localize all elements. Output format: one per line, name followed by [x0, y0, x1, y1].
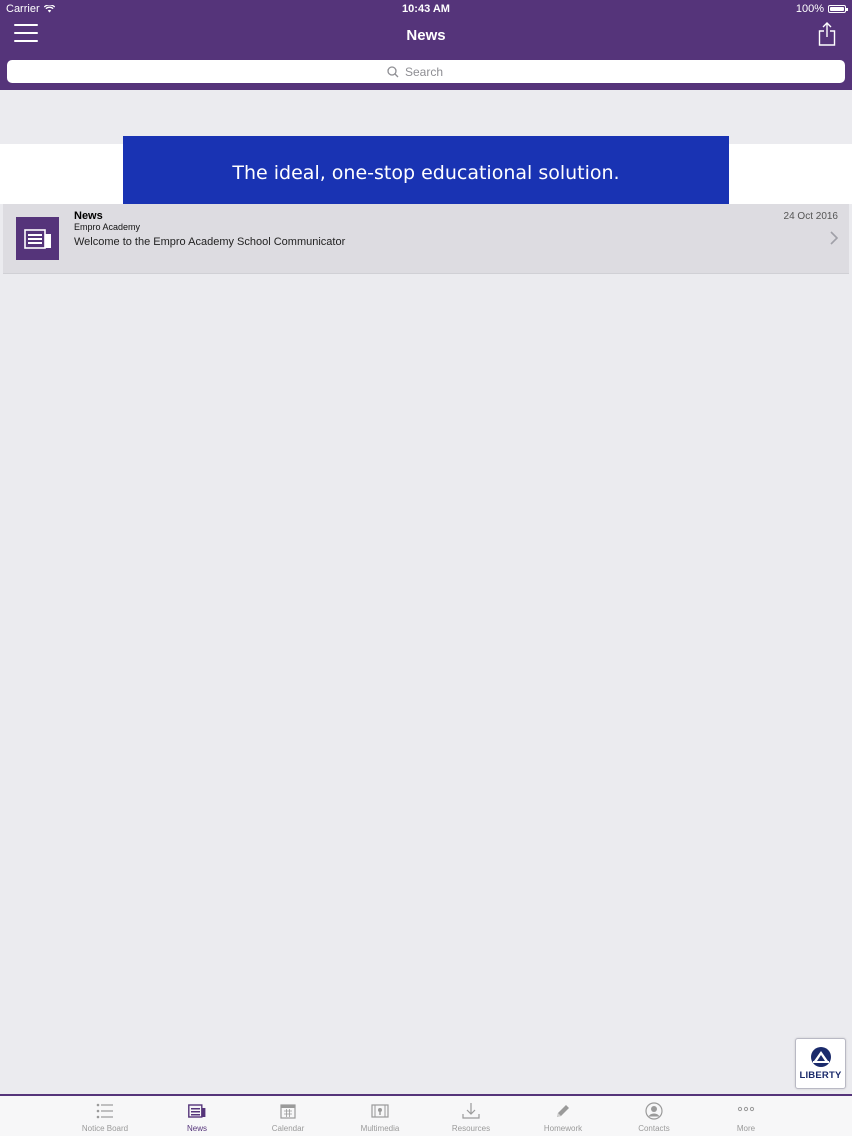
tab-resources[interactable]: Resources — [425, 1096, 517, 1136]
tab-label: More — [736, 1124, 756, 1133]
tab-more[interactable]: More — [700, 1096, 792, 1136]
download-icon — [462, 1103, 480, 1119]
status-bar: Carrier 10:43 AM 100% — [0, 0, 852, 17]
news-subtitle: Empro Academy — [74, 222, 141, 232]
news-title: News — [74, 210, 103, 222]
page-title: News — [406, 27, 446, 44]
tab-label: Multimedia — [360, 1124, 400, 1133]
search-icon — [387, 65, 399, 77]
news-body: Welcome to the Empro Academy School Comm… — [74, 236, 346, 248]
hamburger-icon — [14, 24, 38, 26]
news-date: 24 Oct 2016 — [783, 211, 838, 222]
tab-label: Resources — [451, 1124, 491, 1133]
news-thumbnail — [16, 217, 59, 260]
tab-calendar[interactable]: Calendar — [242, 1096, 334, 1136]
newspaper-icon — [23, 228, 51, 249]
tab-label: Calendar — [271, 1124, 305, 1133]
liberty-badge[interactable]: LIBERTY — [795, 1038, 846, 1089]
tab-label: Notice Board — [81, 1124, 129, 1133]
newspaper-icon — [188, 1104, 206, 1118]
status-time: 10:43 AM — [402, 3, 450, 15]
calendar-icon — [280, 1104, 296, 1119]
tab-contacts[interactable]: Contacts — [608, 1096, 700, 1136]
share-icon[interactable] — [818, 22, 836, 46]
list-item[interactable]: News Empro Academy Welcome to the Empro … — [3, 204, 849, 274]
tab-bar: Notice Board News Calendar Multimedia Re… — [0, 1094, 852, 1136]
tab-label: News — [186, 1124, 207, 1133]
tab-homework[interactable]: Homework — [517, 1096, 609, 1136]
tab-label: Contacts — [638, 1124, 670, 1133]
liberty-logo — [810, 1047, 831, 1067]
tab-notice-board[interactable]: Notice Board — [59, 1096, 151, 1136]
person-icon — [645, 1102, 663, 1120]
battery-info: 100% — [795, 3, 848, 15]
promo-banner[interactable]: The ideal, one-stop educational solution… — [123, 136, 729, 210]
nav-header: Carrier 10:43 AM 100% News — [0, 0, 852, 90]
tab-multimedia[interactable]: Multimedia — [334, 1096, 426, 1136]
pencil-icon — [557, 1105, 569, 1117]
tab-label: Homework — [543, 1124, 583, 1133]
film-icon — [371, 1104, 389, 1118]
banner-text: The ideal, one-stop educational solution… — [232, 162, 620, 184]
liberty-label: LIBERTY — [799, 1070, 842, 1081]
list-icon — [96, 1103, 113, 1119]
battery-icon — [828, 5, 848, 13]
tab-news[interactable]: News — [151, 1096, 243, 1136]
battery-percent: 100% — [795, 3, 824, 15]
more-icon — [737, 1106, 755, 1112]
search-bar[interactable] — [7, 60, 845, 83]
chevron-right-icon — [830, 231, 839, 245]
search-input[interactable] — [405, 64, 465, 79]
